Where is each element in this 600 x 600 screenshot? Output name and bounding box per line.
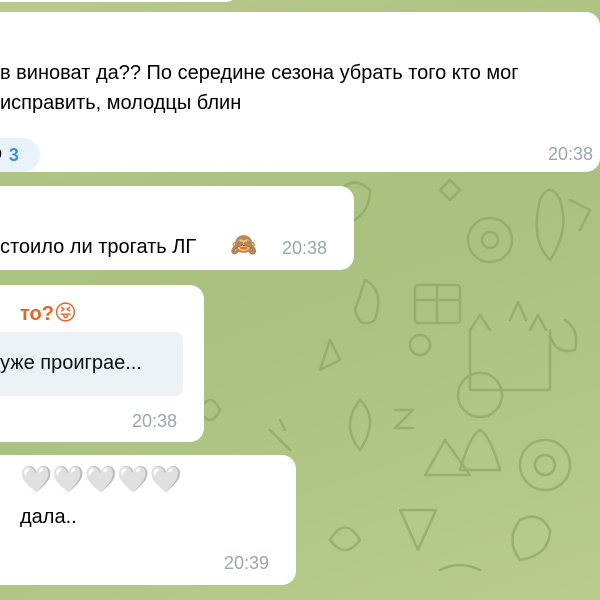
reaction-badge[interactable]: 😢 3 [0, 138, 40, 172]
message-time: 20:38 [282, 238, 328, 258]
message-text: исправить, молодцы блин [0, 92, 242, 114]
message-time: 20:38 [548, 144, 594, 164]
message-bubble[interactable]: в виноват да?? По середине сезона убрать… [0, 12, 600, 172]
message-bubble[interactable]: стоило ли трогать ЛГ 🙈 20:38 [0, 186, 354, 270]
message-text: дала.. [20, 506, 77, 528]
crying-face-icon: 😢 [0, 145, 3, 165]
hearts-row: 🤍🤍🤍🤍🤍 [20, 464, 182, 494]
reaction-count: 3 [8, 144, 19, 165]
sender-name[interactable]: то?😝 [20, 300, 77, 326]
message-time: 20:38 [132, 411, 178, 431]
message-text: в виноват да?? По середине сезона убрать… [0, 62, 519, 84]
message-time: 20:39 [224, 553, 270, 573]
message-text: стоило ли трогать ЛГ [0, 236, 197, 258]
reply-preview-text: уже проиграе... [0, 352, 142, 374]
reply-preview[interactable]: уже проиграе... [0, 332, 183, 396]
message-bubble[interactable] [0, 0, 237, 2]
see-no-evil-monkey-icon: 🙈 [230, 232, 258, 257]
squinting-tongue-face-icon: 😝 [53, 300, 77, 325]
